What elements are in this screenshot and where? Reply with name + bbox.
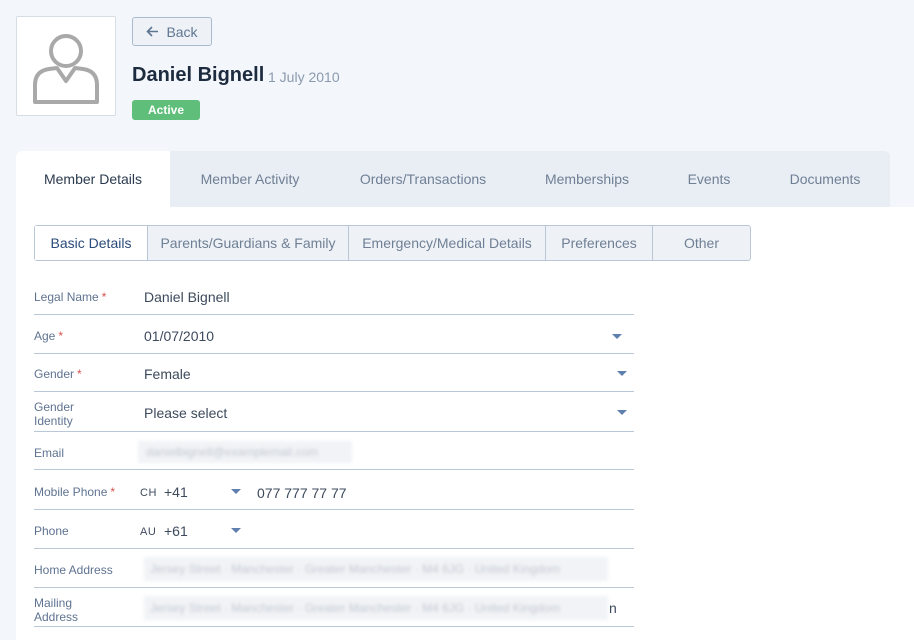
gender-identity-field[interactable]: Gender Identity Please select <box>34 392 634 432</box>
gender-select[interactable]: Female <box>144 366 191 382</box>
required-marker: * <box>58 329 64 343</box>
arrow-left-icon <box>146 26 159 37</box>
chevron-down-icon[interactable] <box>612 334 622 339</box>
subtab-preferences[interactable]: Preferences <box>545 226 652 260</box>
age-value[interactable]: 01/07/2010 <box>144 328 214 344</box>
status-badge: Active <box>132 100 201 120</box>
main-tabs: Member Details Member Activity Orders/Tr… <box>16 151 890 207</box>
mailing-address-tail: n <box>609 600 617 616</box>
user-silhouette-icon <box>33 34 99 104</box>
mobile-phone-label: Mobile Phone * <box>34 485 116 499</box>
tab-events[interactable]: Events <box>658 151 760 207</box>
mailing-address-value[interactable]: Jersey Street · Manchester · Greater Man… <box>144 596 608 620</box>
chevron-down-icon[interactable] <box>231 489 241 494</box>
home-address-field[interactable]: Home Address Jersey Street · Manchester … <box>34 549 634 588</box>
gender-identity-select[interactable]: Please select <box>144 405 227 421</box>
home-address-label: Home Address <box>34 563 113 577</box>
back-button-label: Back <box>166 23 198 40</box>
gender-identity-label: Gender Identity <box>34 400 75 428</box>
subtab-basic-details[interactable]: Basic Details <box>35 226 147 260</box>
mobile-phone-field[interactable]: Mobile Phone * CH +41 077 777 77 77 <box>34 470 634 510</box>
chevron-down-icon[interactable] <box>617 371 627 376</box>
age-label: Age * <box>34 329 64 343</box>
chevron-down-icon[interactable] <box>617 410 627 415</box>
sub-tabs: Basic Details Parents/Guardians & Family… <box>34 225 751 261</box>
email-field[interactable]: Email danielbignell@examplemail.com <box>34 432 634 470</box>
legal-name-field[interactable]: Legal Name * Daniel Bignell <box>34 280 634 315</box>
member-name: Daniel Bignell <box>132 64 265 86</box>
home-address-value[interactable]: Jersey Street · Manchester · Greater Man… <box>144 557 608 581</box>
tab-member-activity[interactable]: Member Activity <box>170 151 330 207</box>
tab-orders-transactions[interactable]: Orders/Transactions <box>330 151 516 207</box>
required-marker: * <box>101 290 107 304</box>
legal-name-label: Legal Name * <box>34 290 107 304</box>
required-marker: * <box>110 485 116 499</box>
subtab-parents-guardians[interactable]: Parents/Guardians & Family <box>147 226 348 260</box>
dial-code[interactable]: +41 <box>164 484 188 500</box>
dial-code[interactable]: +61 <box>164 523 188 539</box>
tab-member-details[interactable]: Member Details <box>16 151 170 207</box>
country-code[interactable]: AU <box>140 526 156 538</box>
country-code[interactable]: CH <box>140 487 157 499</box>
member-dob: 1 July 2010 <box>268 69 340 85</box>
email-label: Email <box>34 446 65 460</box>
age-field[interactable]: Age * 01/07/2010 <box>34 315 634 354</box>
gender-field[interactable]: Gender * Female <box>34 354 634 392</box>
tab-memberships[interactable]: Memberships <box>516 151 658 207</box>
legal-name-value[interactable]: Daniel Bignell <box>144 289 230 305</box>
mobile-number-value[interactable]: 077 777 77 77 <box>257 485 347 501</box>
required-marker: * <box>77 367 82 381</box>
mailing-address-field[interactable]: Mailing Address Jersey Street · Manchest… <box>34 588 634 627</box>
phone-label: Phone <box>34 524 69 538</box>
back-button[interactable]: Back <box>132 17 212 46</box>
tab-documents[interactable]: Documents <box>760 151 890 207</box>
chevron-down-icon[interactable] <box>231 528 241 533</box>
subtab-emergency-medical[interactable]: Emergency/Medical Details <box>348 226 545 260</box>
mailing-address-label: Mailing Address <box>34 596 79 624</box>
member-details-panel: Basic Details Parents/Guardians & Family… <box>16 207 914 640</box>
subtab-other[interactable]: Other <box>652 226 750 260</box>
email-value[interactable]: danielbignell@examplemail.com <box>138 441 352 463</box>
phone-field[interactable]: Phone AU +61 <box>34 510 634 549</box>
member-avatar[interactable] <box>16 16 116 116</box>
gender-label: Gender * <box>34 367 82 381</box>
